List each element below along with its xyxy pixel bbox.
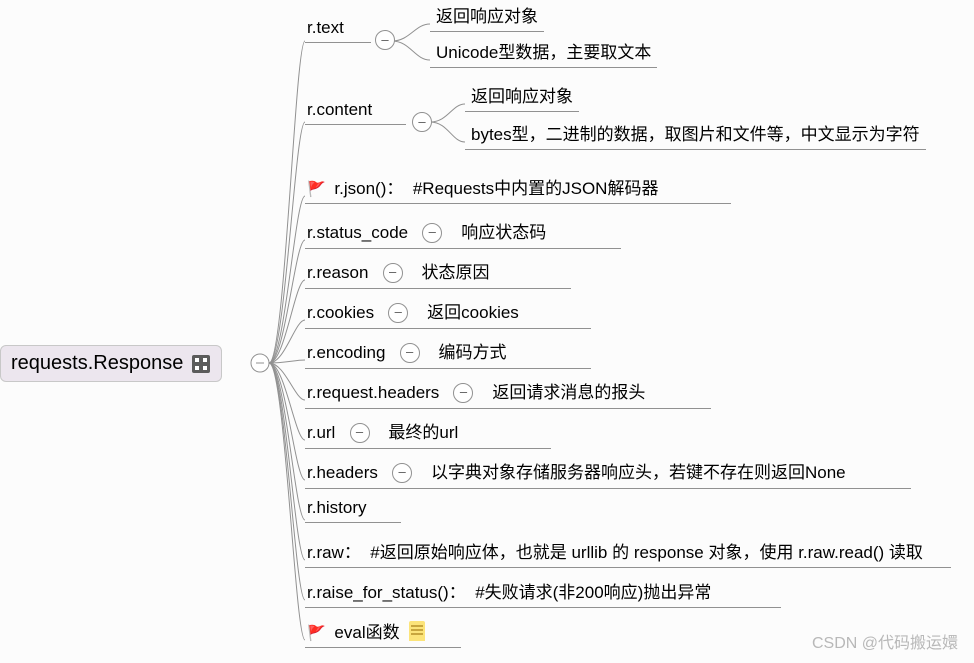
collapse-icon[interactable] <box>383 263 403 283</box>
branch-raise[interactable]: r.raise_for_status()： #失败请求(非200响应)抛出异常 <box>305 578 781 608</box>
branch-label: r.request.headers <box>307 383 439 402</box>
branch-label: r.raise_for_status()： <box>307 583 466 602</box>
branch-label: eval函数 <box>334 623 399 642</box>
branch-history[interactable]: r.history <box>305 498 401 523</box>
leaf-label: bytes型，二进制的数据，取图片和文件等，中文显示为字符 <box>471 125 920 144</box>
child-label: 以字典对象存储服务器响应头，若键不存在则返回None <box>431 463 846 482</box>
branch-note: #Requests中内置的JSON解码器 <box>413 179 659 198</box>
note-icon <box>409 621 425 641</box>
child-label: 编码方式 <box>439 343 507 362</box>
collapse-icon[interactable] <box>388 303 408 323</box>
branch-json[interactable]: 🚩 r.json()： #Requests中内置的JSON解码器 <box>305 174 731 204</box>
child-label: 状态原因 <box>422 263 490 282</box>
branch-label: r.history <box>307 498 367 517</box>
leaf: Unicode型数据，主要取文本 <box>430 38 657 68</box>
branch-label: r.raw： <box>307 543 361 562</box>
collapse-icon[interactable] <box>422 223 442 243</box>
child-label: 最终的url <box>388 423 458 442</box>
collapse-icon[interactable] <box>412 112 432 132</box>
leaf: 返回响应对象 <box>430 2 544 32</box>
child-label: 响应状态码 <box>461 223 546 242</box>
collapse-icon[interactable] <box>400 343 420 363</box>
branch-statuscode[interactable]: r.status_code 响应状态码 <box>305 218 621 249</box>
leaf: 返回响应对象 <box>465 82 579 112</box>
branch-note: #返回原始响应体，也就是 urllib 的 response 对象，使用 r.r… <box>370 543 923 562</box>
branch-reason[interactable]: r.reason 状态原因 <box>305 258 571 289</box>
child-label: 返回cookies <box>427 303 519 322</box>
leaf-label: Unicode型数据，主要取文本 <box>436 43 651 62</box>
child-label: 返回请求消息的报头 <box>492 383 645 402</box>
branch-content[interactable]: r.content <box>305 100 406 125</box>
branch-label: r.reason <box>307 263 368 282</box>
collapse-icon[interactable] <box>392 463 412 483</box>
collapse-icon[interactable] <box>375 30 395 50</box>
branch-label: r.url <box>307 423 335 442</box>
flag-icon: 🚩 <box>307 181 326 198</box>
branch-requestheaders[interactable]: r.request.headers 返回请求消息的报头 <box>305 378 711 409</box>
branch-raw[interactable]: r.raw： #返回原始响应体，也就是 urllib 的 response 对象… <box>305 538 951 568</box>
branch-eval[interactable]: 🚩 eval函数 <box>305 618 461 648</box>
branch-label: r.headers <box>307 463 378 482</box>
branch-encoding[interactable]: r.encoding 编码方式 <box>305 338 591 369</box>
branch-label: r.encoding <box>307 343 385 362</box>
branch-label: r.json()： <box>334 179 403 198</box>
collapse-icon[interactable] <box>350 423 370 443</box>
branch-label: r.text <box>307 18 344 37</box>
collapse-icon[interactable] <box>453 383 473 403</box>
branch-url[interactable]: r.url 最终的url <box>305 418 551 449</box>
leaf-label: 返回响应对象 <box>436 7 538 26</box>
leaf: bytes型，二进制的数据，取图片和文件等，中文显示为字符 <box>465 120 926 150</box>
watermark-text: CSDN @代码搬运嬛 <box>812 635 958 652</box>
leaf-label: 返回响应对象 <box>471 87 573 106</box>
branch-label: r.content <box>307 100 372 119</box>
branch-label: r.status_code <box>307 223 408 242</box>
branch-note: #失败请求(非200响应)抛出异常 <box>475 583 711 602</box>
branch-cookies[interactable]: r.cookies 返回cookies <box>305 298 591 329</box>
flag-icon: 🚩 <box>307 625 326 642</box>
watermark: CSDN @代码搬运嬛 <box>812 629 958 653</box>
branch-headers[interactable]: r.headers 以字典对象存储服务器响应头，若键不存在则返回None <box>305 458 911 489</box>
branch-label: r.cookies <box>307 303 374 322</box>
branch-text[interactable]: r.text <box>305 18 371 43</box>
